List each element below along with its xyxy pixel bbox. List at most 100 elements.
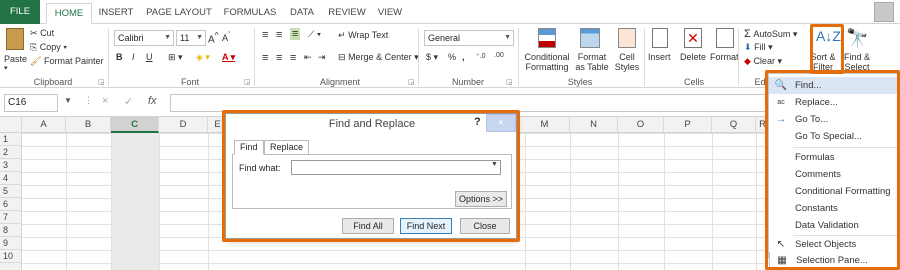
- conditional-formatting-icon[interactable]: [538, 28, 556, 48]
- format-cells-icon[interactable]: [716, 28, 734, 48]
- currency-button[interactable]: $ ▾: [426, 52, 438, 63]
- fill-color-icon[interactable]: ◈ ▾: [196, 52, 210, 63]
- select-all-corner[interactable]: [0, 117, 22, 133]
- italic-button[interactable]: I: [132, 52, 135, 62]
- row-header[interactable]: 10: [0, 250, 22, 263]
- shrink-font-icon[interactable]: Aˇ: [222, 30, 231, 43]
- paste-icon[interactable]: [6, 28, 24, 50]
- number-launcher-icon[interactable]: ◲: [506, 78, 513, 86]
- cell-styles-icon[interactable]: [618, 28, 636, 48]
- name-box[interactable]: C16: [4, 94, 58, 112]
- fill-label: Fill: [754, 42, 766, 52]
- row-header[interactable]: 5: [0, 185, 22, 198]
- merge-center-button[interactable]: ⊟ Merge & Center ▾: [338, 52, 419, 63]
- align-left-icon[interactable]: ≡: [262, 52, 268, 64]
- format-table-icon[interactable]: [580, 28, 600, 48]
- paste-dropdown-icon[interactable]: ▾: [4, 64, 8, 72]
- cell-styles-button[interactable]: Cell Styles: [612, 52, 642, 72]
- borders-icon[interactable]: ⊞ ▾: [168, 52, 183, 63]
- tab-formulas[interactable]: FORMULAS: [220, 3, 280, 24]
- menu-highlight-box: [765, 70, 900, 270]
- column-header[interactable]: M: [520, 117, 570, 133]
- row-header[interactable]: 2: [0, 146, 22, 159]
- column-header-selected[interactable]: C: [111, 117, 159, 133]
- user-avatar[interactable]: [874, 2, 894, 22]
- font-launcher-icon[interactable]: ◲: [244, 78, 251, 86]
- column-header[interactable]: P: [664, 117, 712, 133]
- orientation-icon[interactable]: ⟋ ▾: [308, 29, 321, 40]
- row-header[interactable]: 9: [0, 237, 22, 250]
- grow-font-icon[interactable]: A^: [208, 30, 219, 45]
- conditional-formatting-button[interactable]: Conditional Formatting: [522, 52, 572, 72]
- format-button[interactable]: Format: [710, 52, 739, 62]
- increase-decimal-icon[interactable]: ⁺.0: [476, 52, 486, 60]
- gridline: [712, 133, 713, 270]
- cut-label: Cut: [40, 28, 55, 38]
- column-header[interactable]: O: [618, 117, 664, 133]
- row-header[interactable]: 3: [0, 159, 22, 172]
- alignment-launcher-icon[interactable]: ◲: [408, 78, 415, 86]
- bold-button[interactable]: B: [116, 52, 123, 62]
- number-format-combo[interactable]: General ▼: [424, 30, 514, 46]
- insert-cells-icon[interactable]: [652, 28, 668, 48]
- tab-home[interactable]: HOME: [46, 3, 92, 24]
- align-bottom-icon[interactable]: ≡: [290, 28, 301, 40]
- autosum-label: AutoSum: [753, 29, 791, 39]
- tab-review[interactable]: REVIEW: [324, 3, 370, 24]
- row-header[interactable]: 1: [0, 133, 22, 146]
- increase-indent-icon[interactable]: ⇥: [318, 52, 326, 63]
- align-middle-icon[interactable]: ≡: [276, 29, 282, 41]
- align-center-icon[interactable]: ≡: [276, 52, 282, 64]
- font-color-icon[interactable]: A ▾: [222, 52, 235, 63]
- format-as-table-button[interactable]: Format as Table: [574, 52, 610, 72]
- namebox-dropdown-icon[interactable]: ▼: [64, 96, 72, 105]
- column-header[interactable]: N: [570, 117, 618, 133]
- wrap-text-button[interactable]: ↵ Wrap Text: [338, 30, 388, 41]
- row-header[interactable]: 7: [0, 211, 22, 224]
- autosum-button[interactable]: Σ AutoSum ▾: [744, 28, 797, 40]
- format-painter-button[interactable]: 🖌 Format Painter: [30, 56, 103, 67]
- chevron-down-icon: ▼: [196, 34, 203, 41]
- delete-cells-icon[interactable]: ✕: [684, 28, 702, 48]
- align-right-icon[interactable]: ≡: [290, 52, 296, 64]
- comma-button[interactable]: ,: [462, 52, 465, 62]
- tab-file[interactable]: FILE: [0, 0, 40, 24]
- binoculars-icon[interactable]: 🔭: [846, 28, 868, 49]
- insert-function-icon[interactable]: fx: [148, 95, 157, 107]
- copy-button[interactable]: ⎘ Copy ▾: [30, 42, 67, 53]
- decrease-decimal-icon[interactable]: .00: [494, 52, 504, 59]
- gridline: [664, 133, 665, 270]
- column-header[interactable]: D: [159, 117, 208, 133]
- group-label-styles: Styles: [567, 77, 593, 87]
- tab-find[interactable]: Find: [234, 140, 264, 155]
- paste-button[interactable]: Paste: [4, 54, 27, 64]
- tab-insert[interactable]: INSERT: [94, 3, 138, 24]
- clipboard-launcher-icon[interactable]: ◲: [98, 78, 105, 86]
- decrease-indent-icon[interactable]: ⇤: [304, 52, 312, 63]
- copy-icon: ⎘: [30, 42, 38, 52]
- align-top-icon[interactable]: ≡: [262, 29, 268, 41]
- font-name-combo[interactable]: Calibri ▼: [114, 30, 174, 46]
- percent-button[interactable]: %: [448, 52, 456, 62]
- delete-button[interactable]: Delete: [680, 52, 706, 62]
- tab-view[interactable]: VIEW: [372, 3, 408, 24]
- find-select-button[interactable]: Find & Select: [840, 52, 874, 72]
- enter-entry-icon[interactable]: ✓: [124, 95, 133, 108]
- insert-button[interactable]: Insert: [648, 52, 671, 62]
- column-header[interactable]: Q: [712, 117, 756, 133]
- cut-button[interactable]: ✂ Cut: [30, 28, 54, 39]
- font-size-combo[interactable]: 11 ▼: [176, 30, 206, 46]
- gridline: [159, 133, 160, 270]
- fill-button[interactable]: ⬇ Fill ▾: [744, 42, 773, 53]
- tab-page-layout[interactable]: PAGE LAYOUT: [140, 3, 218, 24]
- row-header[interactable]: 6: [0, 198, 22, 211]
- column-header[interactable]: A: [22, 117, 66, 133]
- row-header[interactable]: 8: [0, 224, 22, 237]
- clear-button[interactable]: ◆ Clear ▾: [744, 56, 782, 67]
- tab-data[interactable]: DATA: [282, 3, 322, 24]
- dialog-highlight-box: [222, 110, 520, 242]
- column-header[interactable]: B: [66, 117, 111, 133]
- underline-button[interactable]: U: [146, 52, 153, 62]
- cancel-entry-icon[interactable]: ×: [102, 95, 108, 107]
- row-header[interactable]: 4: [0, 172, 22, 185]
